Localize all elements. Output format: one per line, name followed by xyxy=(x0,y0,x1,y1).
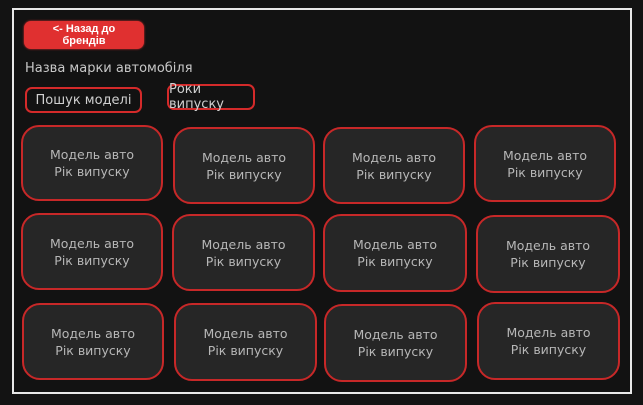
car-model-name: Модель авто xyxy=(502,147,588,163)
release-years-label: Роки випуску xyxy=(169,82,224,112)
car-model-year: Рік випуску xyxy=(507,164,583,180)
car-model-year: Рік випуску xyxy=(54,252,130,268)
car-model-card[interactable]: Модель авто Рік випуску xyxy=(474,125,616,202)
car-model-name: Модель авто xyxy=(203,326,288,341)
car-model-card[interactable]: Модель авто Рік випуску xyxy=(323,214,467,292)
car-model-card[interactable]: Модель авто Рік випуску xyxy=(173,127,315,204)
car-model-name: Модель авто xyxy=(505,238,591,253)
car-model-year: Рік випуску xyxy=(55,342,131,358)
app-window: <- Назад до брендів Назва марки автомобі… xyxy=(12,8,632,394)
car-model-year: Рік випуску xyxy=(206,166,282,182)
car-model-name: Модель авто xyxy=(50,325,136,341)
car-model-card[interactable]: Модель авто Рік випуску xyxy=(324,304,467,382)
page-title: Назва марки автомобіля xyxy=(25,61,193,76)
car-model-card[interactable]: Модель авто Рік випуску xyxy=(21,213,163,290)
car-model-name: Модель авто xyxy=(49,147,135,162)
car-model-year: Рік випуску xyxy=(510,255,586,270)
car-model-name: Модель авто xyxy=(352,237,438,252)
car-model-card[interactable]: Модель авто Рік випуску xyxy=(477,302,620,380)
car-model-name: Модель авто xyxy=(49,235,135,251)
car-model-card[interactable]: Модель авто Рік випуску xyxy=(476,215,620,293)
car-model-year: Рік випуску xyxy=(207,343,284,358)
outer-frame: <- Назад до брендів Назва марки автомобі… xyxy=(0,0,643,405)
car-model-card[interactable]: Модель авто Рік випуску xyxy=(323,127,465,204)
car-model-name: Модель авто xyxy=(353,327,438,342)
search-model-label: Пошук моделі xyxy=(35,92,132,108)
back-to-brands-button[interactable]: <- Назад до брендів xyxy=(24,21,144,49)
car-model-card[interactable]: Модель авто Рік випуску xyxy=(22,303,164,380)
car-model-year: Рік випуску xyxy=(510,342,587,357)
car-model-year: Рік випуску xyxy=(357,254,433,269)
car-model-year: Рік випуску xyxy=(54,164,130,179)
car-model-card[interactable]: Модель авто Рік випуску xyxy=(174,303,317,381)
release-years-button[interactable]: Роки випуску xyxy=(167,82,255,112)
car-model-year: Рік випуску xyxy=(357,344,434,359)
search-model-button[interactable]: Пошук моделі xyxy=(25,87,142,113)
car-model-year: Рік випуску xyxy=(205,253,282,269)
car-model-year: Рік випуску xyxy=(356,166,432,182)
car-model-name: Модель авто xyxy=(506,325,591,340)
car-model-card[interactable]: Модель авто Рік випуску xyxy=(21,125,163,201)
car-model-name: Модель авто xyxy=(351,149,437,165)
car-model-name: Модель авто xyxy=(201,236,286,252)
car-model-card[interactable]: Модель авто Рік випуску xyxy=(172,214,315,291)
car-model-name: Модель авто xyxy=(201,149,287,165)
